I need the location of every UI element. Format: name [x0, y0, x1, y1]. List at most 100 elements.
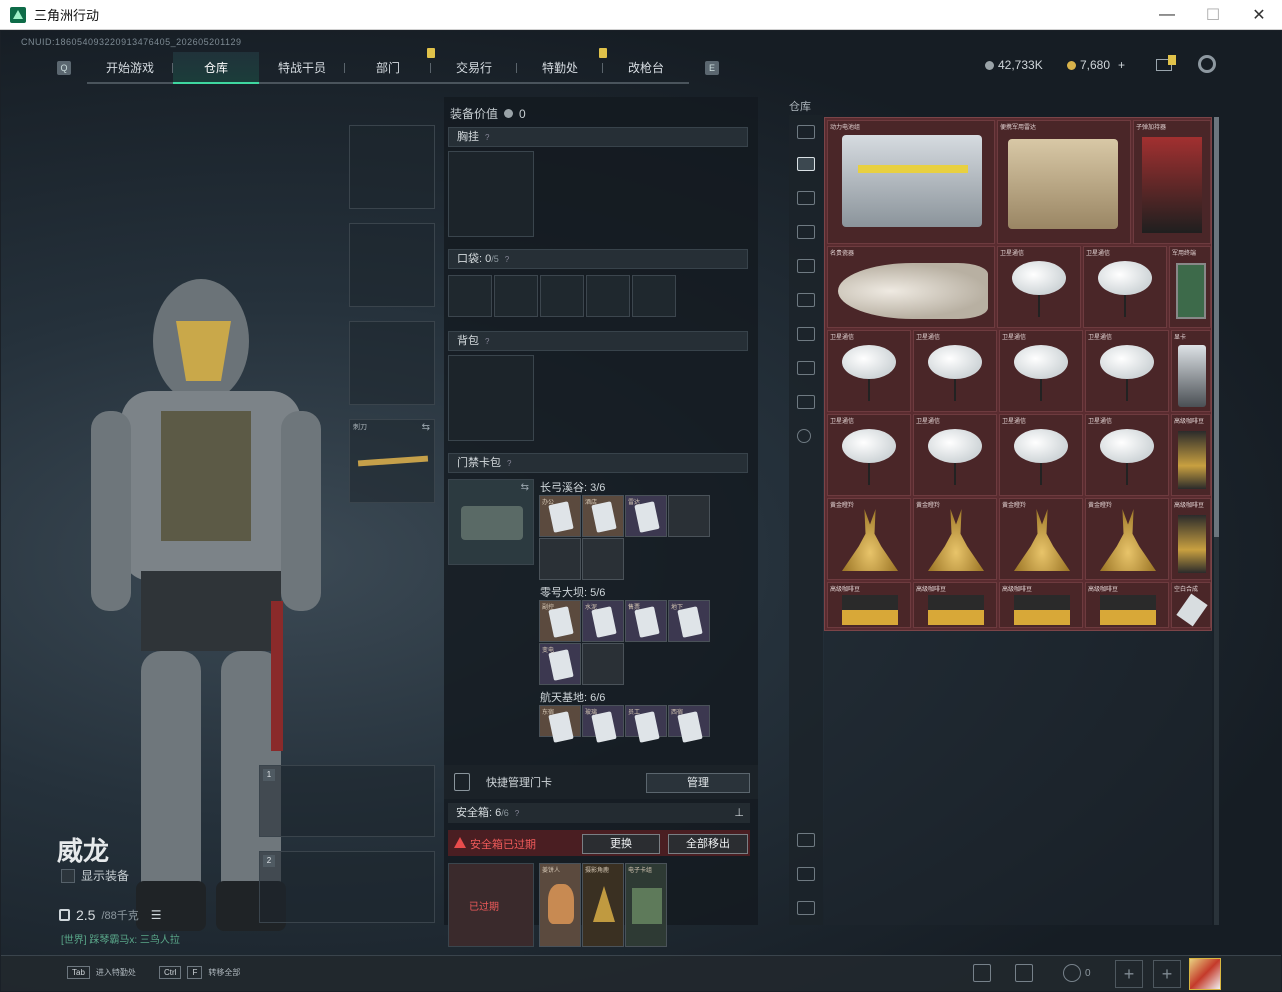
category-settings-icon[interactable]: [797, 429, 811, 443]
sort-icon[interactable]: [797, 833, 815, 847]
storage-empty-area[interactable]: [824, 631, 1212, 925]
expand-icon[interactable]: [797, 901, 815, 915]
storage-item[interactable]: 高级咖啡豆: [1171, 498, 1211, 580]
list-icon[interactable]: ☰: [151, 908, 162, 922]
tab-special-ops[interactable]: 特勤处: [517, 48, 607, 84]
primary-weapon-slot-1[interactable]: 1: [259, 765, 435, 837]
keycard-empty[interactable]: [668, 495, 710, 537]
pocket-slot[interactable]: [586, 275, 630, 317]
replace-safe-button[interactable]: 更换: [582, 834, 660, 854]
storage-item[interactable]: 黄金瞪羚: [999, 498, 1083, 580]
category-weapon-icon[interactable]: [797, 191, 815, 205]
storage-item[interactable]: 卫星通信: [1085, 330, 1169, 412]
swap-icon[interactable]: ⇆: [422, 422, 430, 433]
maximize-button[interactable]: ☐: [1190, 0, 1236, 30]
storage-item[interactable]: 卫星通信: [827, 414, 911, 496]
storage-item[interactable]: 显卡: [1171, 330, 1211, 412]
nav-next-button[interactable]: E: [705, 61, 719, 75]
keycard-item[interactable]: 员工: [625, 705, 667, 743]
pocket-slot[interactable]: [494, 275, 538, 317]
storage-item[interactable]: 军用终端: [1169, 246, 1211, 328]
tab-start-game[interactable]: 开始游戏: [87, 52, 173, 84]
keycard-item[interactable]: 雷达: [625, 495, 667, 537]
category-key-icon[interactable]: [797, 327, 815, 341]
storage-item[interactable]: 子弹加持器: [1133, 120, 1211, 244]
storage-item[interactable]: 卫星通信: [999, 330, 1083, 412]
storage-item[interactable]: 便携军用雷达: [997, 120, 1131, 244]
helmet-slot[interactable]: [349, 125, 435, 209]
tab-trade[interactable]: 交易行: [431, 52, 517, 84]
safe-item[interactable]: 电子卡组: [625, 863, 667, 947]
keycard-item[interactable]: 地下: [668, 600, 710, 642]
category-loot-icon[interactable]: [797, 361, 815, 375]
layers-icon[interactable]: [797, 867, 815, 881]
remove-all-button[interactable]: 全部移出: [668, 834, 748, 854]
storage-item[interactable]: 卫星通信: [1083, 246, 1167, 328]
storage-item[interactable]: 黄金瞪羚: [1085, 498, 1169, 580]
tab-department[interactable]: 部门: [345, 48, 435, 84]
category-ammo-icon[interactable]: [797, 225, 815, 239]
keycard-item[interactable]: 办公: [539, 495, 581, 537]
storage-item[interactable]: 高级咖啡豆: [1085, 582, 1169, 628]
tab-warehouse[interactable]: 仓库: [173, 52, 259, 84]
category-helmet-icon[interactable]: [797, 125, 815, 139]
pocket-slot[interactable]: [540, 275, 584, 317]
keycard-item[interactable]: 西宿: [668, 705, 710, 743]
keycard-empty[interactable]: [582, 538, 624, 580]
flag-icon[interactable]: [1015, 964, 1033, 982]
keycard-empty[interactable]: [539, 538, 581, 580]
storage-item[interactable]: 卫星通信: [1085, 414, 1169, 496]
world-chat-line[interactable]: [世界] 踩琴霸马x: 三鸟人拉: [61, 931, 180, 946]
keycard-item[interactable]: 副控: [539, 600, 581, 642]
keycard-item[interactable]: 东宿: [539, 705, 581, 743]
storage-item[interactable]: 卫星通信: [913, 414, 997, 496]
melee-slot[interactable]: 刺刀 ⇆: [349, 419, 435, 503]
enter-special-ops-hint[interactable]: Tab 进入特勤处: [67, 966, 136, 979]
primary-weapon-slot-2[interactable]: 2: [259, 851, 435, 923]
storage-item[interactable]: 卫星通信: [913, 330, 997, 412]
pin-icon[interactable]: ⊥: [734, 803, 744, 823]
chest-rig-slot[interactable]: [448, 151, 534, 237]
keycard-empty[interactable]: [582, 643, 624, 685]
storage-item[interactable]: 高级咖啡豆: [999, 582, 1083, 628]
pistol-slot[interactable]: [349, 321, 435, 405]
nav-prev-button[interactable]: Q: [57, 61, 71, 75]
category-gear-icon[interactable]: [797, 259, 815, 273]
armor-slot[interactable]: [349, 223, 435, 307]
category-med-icon[interactable]: [797, 293, 815, 307]
keycard-item[interactable]: 变电: [539, 643, 581, 685]
category-all-icon[interactable]: [797, 157, 815, 171]
stats-icon[interactable]: [973, 964, 991, 982]
invite-slot-button[interactable]: +: [1115, 960, 1143, 988]
close-button[interactable]: ✕: [1236, 0, 1282, 30]
pocket-slot[interactable]: [632, 275, 676, 317]
keycard-bag-slot[interactable]: ⇆: [448, 479, 534, 565]
storage-item[interactable]: 空白合成: [1171, 582, 1211, 628]
settings-gear-icon[interactable]: [1198, 55, 1216, 73]
storage-item[interactable]: 高级咖啡豆: [827, 582, 911, 628]
keycard-item[interactable]: 酒店: [582, 495, 624, 537]
player-avatar[interactable]: [1189, 958, 1221, 990]
keycard-item[interactable]: 水泥: [582, 600, 624, 642]
safe-item[interactable]: 姜饼人: [539, 863, 581, 947]
storage-item[interactable]: 卫星通信: [827, 330, 911, 412]
storage-item[interactable]: 黄金瞪羚: [913, 498, 997, 580]
keycard-item[interactable]: 玻璃: [582, 705, 624, 743]
swap-icon[interactable]: ⇆: [521, 482, 529, 493]
keycard-item[interactable]: 售票: [625, 600, 667, 642]
storage-item[interactable]: 动力电池组: [827, 120, 995, 244]
backpack-slot[interactable]: [448, 355, 534, 441]
storage-item[interactable]: 卫星通信: [999, 414, 1083, 496]
storage-item[interactable]: 黄金瞪羚: [827, 498, 911, 580]
manage-keycards-button[interactable]: 管理: [646, 773, 750, 793]
safe-item[interactable]: 摄影角鹿: [582, 863, 624, 947]
pocket-slot[interactable]: [448, 275, 492, 317]
storage-item[interactable]: 名贵瓷器: [827, 246, 995, 328]
invite-slot-button[interactable]: +: [1153, 960, 1181, 988]
show-gear-checkbox[interactable]: [61, 868, 75, 883]
minimize-button[interactable]: —: [1144, 0, 1190, 30]
show-gear-toggle[interactable]: 显示装备: [61, 867, 129, 884]
storage-item[interactable]: 高级咖啡豆: [1171, 414, 1211, 496]
storage-item[interactable]: 卫星通信: [997, 246, 1081, 328]
storage-scrollbar[interactable]: [1214, 117, 1219, 925]
